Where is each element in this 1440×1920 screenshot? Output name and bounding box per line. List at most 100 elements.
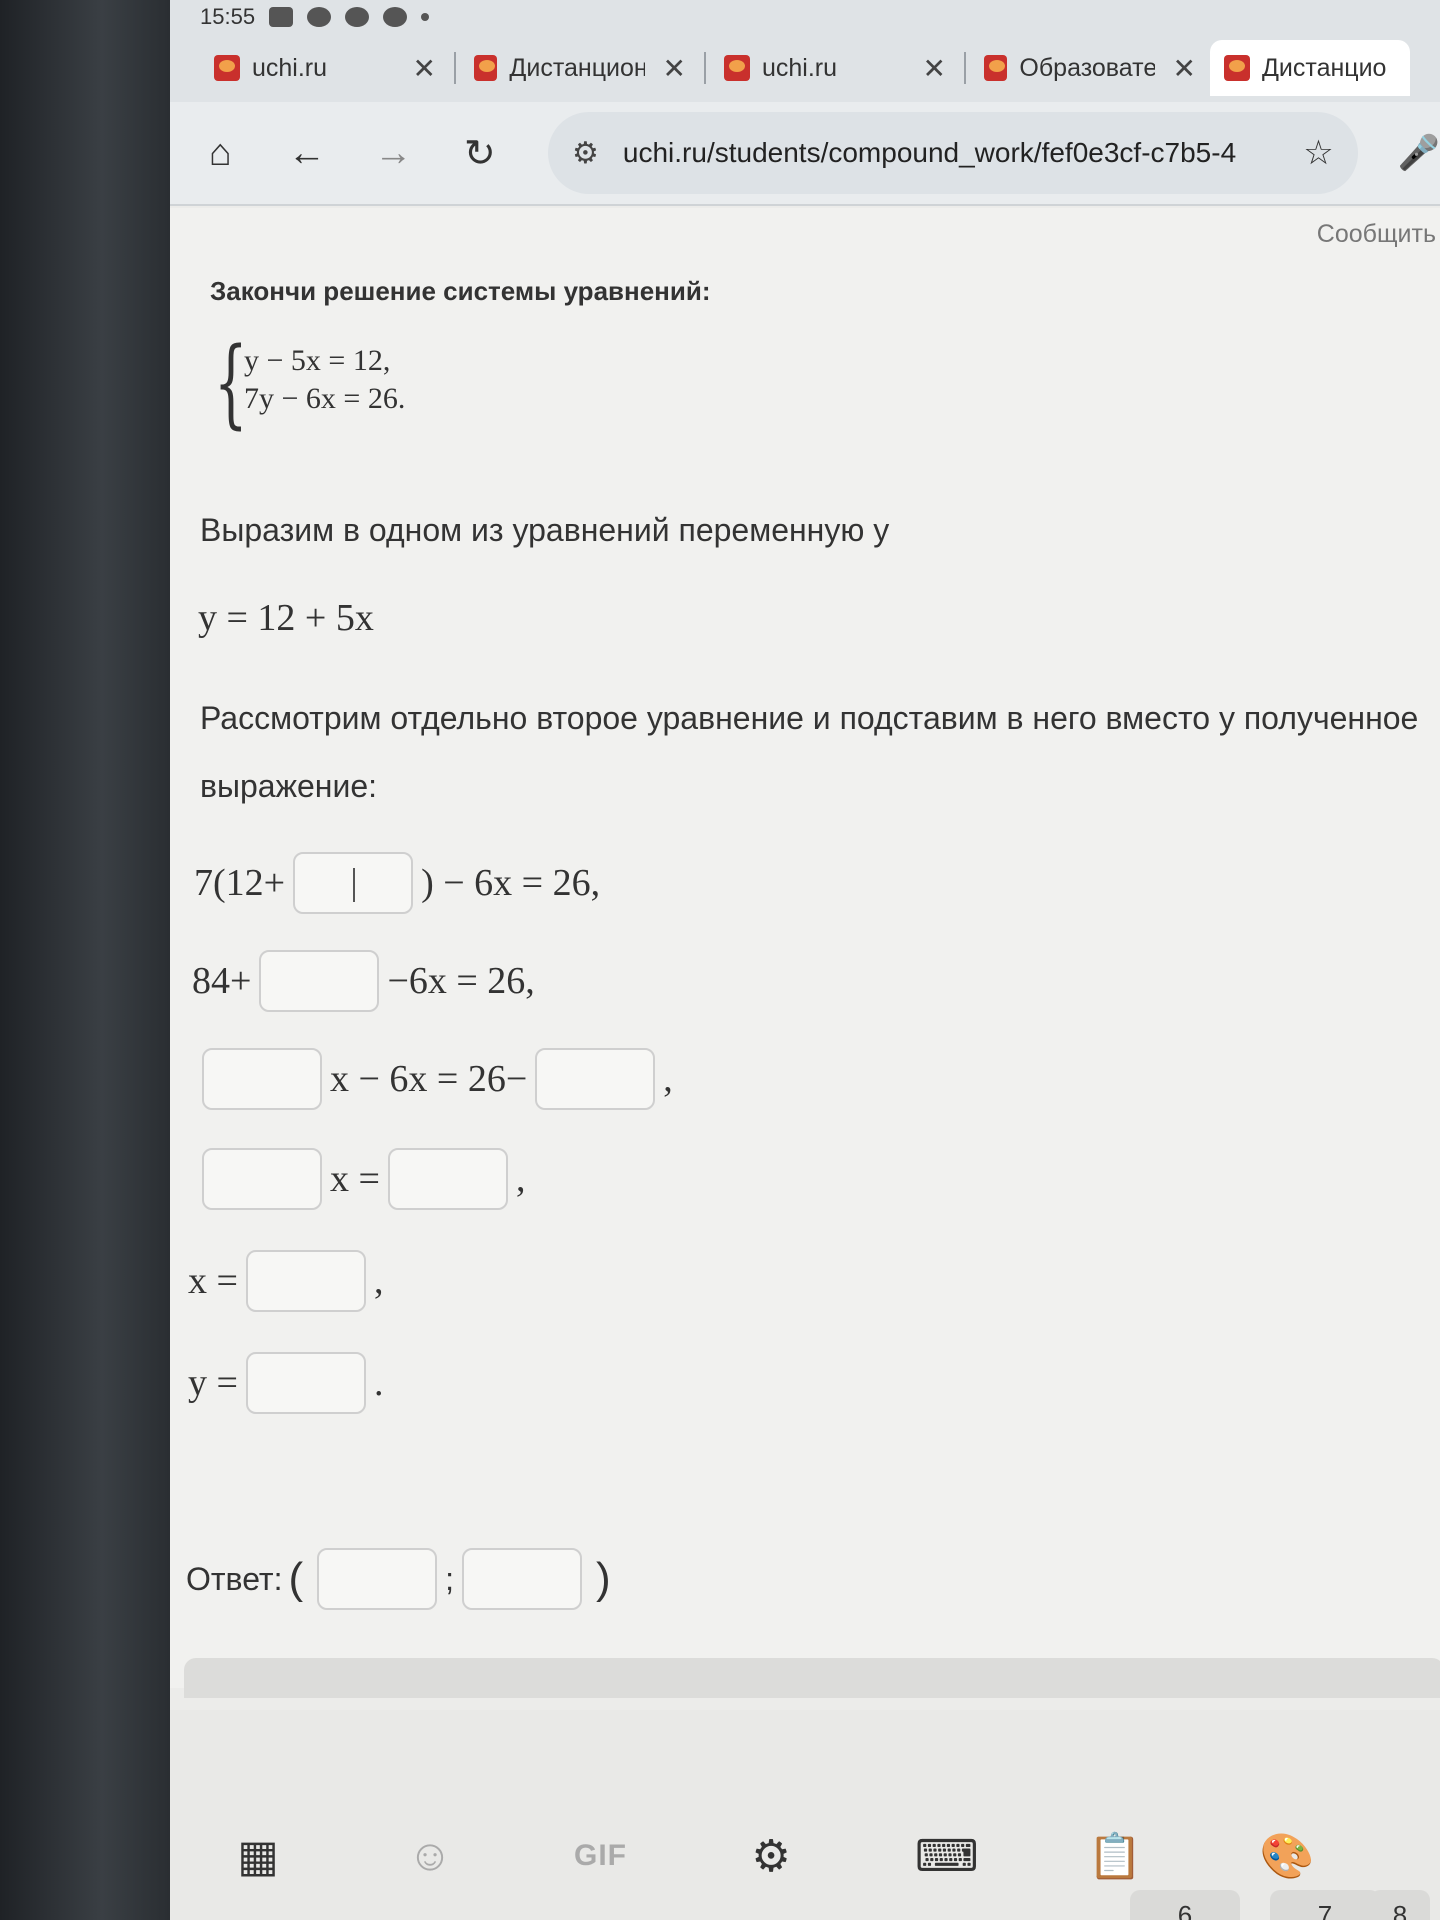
line1-suffix: ) − 6x = 26, — [421, 862, 601, 904]
solution-line-5: x = , — [188, 1250, 383, 1312]
sticker-icon[interactable]: ☺ — [402, 1831, 458, 1881]
line4-mid: x = — [330, 1158, 380, 1200]
answer-input-line4-coef[interactable] — [202, 1148, 322, 1210]
address-bar[interactable]: ⚙ uchi.ru/students/compound_work/fef0e3c… — [548, 112, 1358, 194]
number-row-edge: 8 — [1370, 1890, 1430, 1920]
notification-icon — [307, 7, 332, 27]
num-key-8[interactable]: 8 — [1370, 1890, 1430, 1920]
substitute-instruction-2: выражение: — [200, 768, 378, 804]
close-icon[interactable]: ✕ — [923, 52, 946, 85]
tab-title: Дистанцио — [1262, 53, 1387, 82]
line2-suffix: −6x = 26, — [387, 960, 535, 1002]
gif-button[interactable]: GIF — [574, 1839, 627, 1873]
answer-input-line3-coef[interactable] — [202, 1048, 322, 1110]
uchi-favicon-icon — [724, 55, 750, 81]
solution-line-1: 7(12+ ) − 6x = 26, — [194, 852, 600, 914]
close-icon[interactable]: ✕ — [413, 52, 436, 85]
answer-label: Ответ: — [186, 1560, 283, 1597]
tab-title: Дистанцион — [509, 53, 645, 82]
express-instruction: Выразим в одном из уравнений переменную … — [200, 512, 890, 548]
substitute-instruction-1: Рассмотрим отдельно второе уравнение и п… — [200, 700, 1419, 736]
tab-distance-1[interactable]: Дистанцион ✕ — [460, 40, 700, 96]
uchi-favicon-icon — [1224, 55, 1250, 81]
url-text: uchi.ru/students/compound_work/fef0e3cf-… — [622, 137, 1237, 168]
tab-uchi-1[interactable]: uchi.ru ✕ — [200, 40, 450, 96]
bookmark-star-icon[interactable]: ☆ — [1303, 133, 1333, 173]
line3-mid: x − 6x = 26− — [330, 1058, 528, 1100]
line1-prefix: 7(12+ — [194, 862, 286, 904]
tab-separator — [454, 52, 456, 84]
reload-icon: ↻ — [463, 132, 496, 175]
more-notifications-dot — [421, 13, 430, 21]
forward-button[interactable]: → — [365, 124, 422, 182]
tab-separator — [964, 52, 966, 84]
report-link[interactable]: Сообщить — [1317, 220, 1436, 249]
answer-open-paren: ( — [288, 1554, 304, 1603]
answer-input-line1[interactable] — [293, 852, 414, 914]
uchi-favicon-icon — [474, 55, 498, 81]
tab-separator — [704, 52, 706, 84]
close-icon[interactable]: ✕ — [1173, 52, 1196, 85]
uchi-favicon-icon — [214, 55, 240, 81]
status-bar: 15:55 — [170, 0, 1440, 34]
answer-close-paren: ) — [596, 1554, 611, 1603]
answer-input-y[interactable] — [245, 1352, 366, 1414]
answer-input-y-final[interactable] — [462, 1548, 583, 1610]
device-bezel — [0, 0, 170, 1920]
tab-uchi-2[interactable]: uchi.ru ✕ — [710, 40, 960, 96]
system-equation-2: 7y − 6x = 26. — [244, 382, 406, 415]
tab-title: Образовате — [1019, 53, 1155, 82]
home-button[interactable]: ⌂ — [192, 124, 249, 182]
line2-prefix: 84+ — [192, 960, 252, 1002]
keyboard-icon[interactable]: ⌨ — [915, 1831, 979, 1882]
tab-distance-2-active[interactable]: Дистанцио — [1210, 40, 1410, 96]
status-time: 15:55 — [200, 4, 256, 29]
solution-line-6: y = . — [188, 1352, 383, 1414]
reload-button[interactable]: ↻ — [452, 124, 509, 182]
home-icon: ⌂ — [208, 131, 232, 174]
line6-end: . — [373, 1362, 384, 1404]
answer-input-line3-rhs[interactable] — [535, 1048, 656, 1110]
browser-toolbar: ⌂ ← → ↻ ⚙ uchi.ru/students/compound_work… — [170, 102, 1440, 206]
tab-title: uchi.ru — [762, 53, 838, 82]
answer-input-x-final[interactable] — [317, 1548, 438, 1610]
solution-line-3: x − 6x = 26− , — [194, 1048, 673, 1110]
palette-icon[interactable]: 🎨 — [1259, 1830, 1315, 1882]
close-icon[interactable]: ✕ — [663, 52, 686, 85]
num-key-7[interactable]: 7 — [1270, 1890, 1380, 1920]
line3-end: , — [663, 1058, 673, 1100]
arrow-left-icon: ← — [287, 131, 326, 174]
number-row: 6 7 — [1130, 1890, 1380, 1920]
back-button[interactable]: ← — [279, 124, 336, 182]
uchi-favicon-icon — [984, 55, 1008, 81]
answer-input-line2[interactable] — [259, 950, 380, 1012]
num-key-6[interactable]: 6 — [1130, 1890, 1240, 1920]
video-app-icon — [269, 7, 294, 27]
answer-separator: ; — [445, 1560, 455, 1597]
express-equation: y = 12 + 5x — [198, 597, 374, 639]
final-answer-row: Ответ: ( ; ) — [186, 1548, 617, 1610]
curly-brace: { — [214, 327, 248, 439]
tab-title: uchi.ru — [252, 53, 328, 82]
tab-strip: uchi.ru ✕ Дистанцион ✕ uchi.ru ✕ Образов… — [170, 34, 1440, 102]
line5-end: , — [373, 1260, 384, 1302]
task-title: Закончи решение системы уравнений: — [210, 276, 711, 306]
chat-icon — [383, 7, 408, 27]
line6-prefix: y = — [188, 1362, 238, 1404]
solution-line-4: x = , — [194, 1148, 525, 1210]
clipboard-icon[interactable]: 📋 — [1087, 1830, 1143, 1882]
keyboard-toolbar: ▦ ☺ GIF ⚙ ⌨ 📋 🎨 — [170, 1710, 1440, 1920]
equation-system: { y − 5x = 12, 7y − 6x = 26. — [214, 327, 406, 439]
app-notification-icon — [345, 7, 370, 27]
answer-input-x[interactable] — [245, 1250, 366, 1312]
line5-prefix: x = — [188, 1260, 238, 1302]
line4-end: , — [515, 1158, 526, 1200]
apps-grid-icon[interactable]: ▦ — [230, 1831, 286, 1882]
tab-education[interactable]: Образовате ✕ — [970, 40, 1210, 96]
site-settings-icon[interactable]: ⚙ — [572, 136, 599, 171]
solution-line-2: 84+ −6x = 26, — [192, 950, 535, 1012]
gear-icon[interactable]: ⚙ — [743, 1831, 799, 1882]
answer-input-line4-rhs[interactable] — [387, 1148, 508, 1210]
arrow-right-icon: → — [374, 131, 413, 174]
microphone-icon[interactable]: 🎤 — [1398, 133, 1440, 173]
